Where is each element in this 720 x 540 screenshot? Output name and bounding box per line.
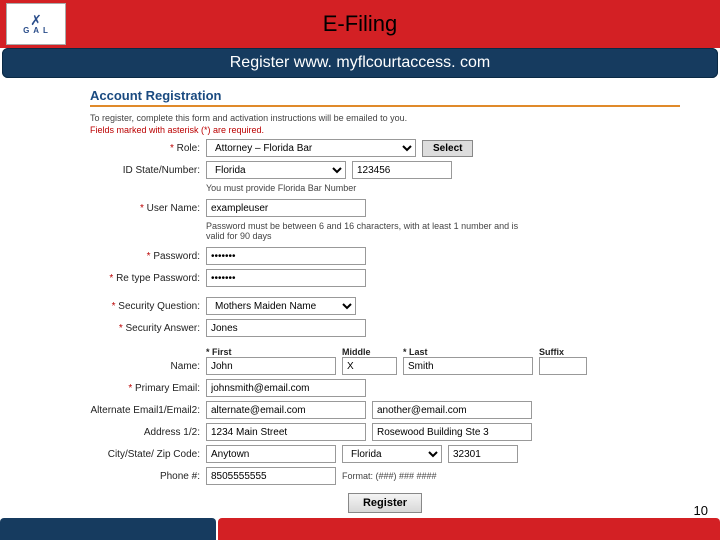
register-button[interactable]: Register: [348, 493, 422, 513]
zip-input[interactable]: [448, 445, 518, 463]
phone-input[interactable]: [206, 467, 336, 485]
username-input[interactable]: [206, 199, 366, 217]
subheader-bar: Register www. myflcourtaccess. com: [2, 48, 718, 78]
name-label: Name:: [90, 361, 200, 372]
secq-label: * Security Question:: [90, 301, 200, 312]
firstname-input[interactable]: [206, 357, 336, 375]
password-note: Password must be between 6 and 16 charac…: [206, 221, 536, 241]
username-label: * User Name:: [90, 203, 200, 214]
password-label: * Password:: [90, 251, 200, 262]
aemail-label: Alternate Email1/Email2:: [90, 405, 200, 416]
footer-bar: [0, 518, 720, 540]
idnumber-input[interactable]: [352, 161, 452, 179]
repassword-label: * Re type Password:: [90, 273, 200, 284]
header-bar: ✗ G A L E-Filing: [0, 0, 720, 48]
middlename-input[interactable]: [342, 357, 397, 375]
lastname-input[interactable]: [403, 357, 533, 375]
required-note: Fields marked with asterisk (*) are requ…: [90, 125, 680, 135]
footer-red-segment: [218, 518, 720, 540]
phone-label: Phone #:: [90, 471, 200, 482]
alt-email1-input[interactable]: [206, 401, 366, 419]
role-select[interactable]: Attorney – Florida Bar: [206, 139, 416, 157]
subheader-text: Register www. myflcourtaccess. com: [230, 54, 491, 72]
instructions: To register, complete this form and acti…: [90, 113, 680, 123]
csz-label: City/State/ Zip Code:: [90, 449, 200, 460]
seca-label: * Security Answer:: [90, 323, 200, 334]
logo-figure-icon: ✗: [30, 13, 42, 27]
city-input[interactable]: [206, 445, 336, 463]
footer-dark-segment: [0, 518, 216, 540]
select-button[interactable]: Select: [422, 140, 473, 157]
address-label: Address 1/2:: [90, 427, 200, 438]
seca-input[interactable]: [206, 319, 366, 337]
divider: [90, 105, 680, 107]
address1-input[interactable]: [206, 423, 366, 441]
id-note: You must provide Florida Bar Number: [206, 183, 680, 193]
address2-input[interactable]: [372, 423, 532, 441]
page-number: 10: [694, 503, 708, 518]
page-title: E-Filing: [0, 11, 720, 37]
pemail-label: * Primary Email:: [90, 383, 200, 394]
section-title: Account Registration: [90, 88, 680, 103]
repassword-input[interactable]: [206, 269, 366, 287]
gal-logo: ✗ G A L: [6, 3, 66, 45]
password-input[interactable]: [206, 247, 366, 265]
phone-format-note: Format: (###) ### ####: [342, 471, 437, 481]
secq-select[interactable]: Mothers Maiden Name: [206, 297, 356, 315]
primary-email-input[interactable]: [206, 379, 366, 397]
idstate-select[interactable]: Florida: [206, 161, 346, 179]
role-label: * Role:: [90, 143, 200, 154]
registration-form: Account Registration To register, comple…: [0, 78, 720, 513]
state-select[interactable]: Florida: [342, 445, 442, 463]
idstate-label: ID State/Number:: [90, 165, 200, 176]
alt-email2-input[interactable]: [372, 401, 532, 419]
logo-text: G A L: [23, 27, 49, 35]
suffix-input[interactable]: [539, 357, 587, 375]
name-column-headers: * First Middle * Last Suffix: [206, 347, 680, 357]
